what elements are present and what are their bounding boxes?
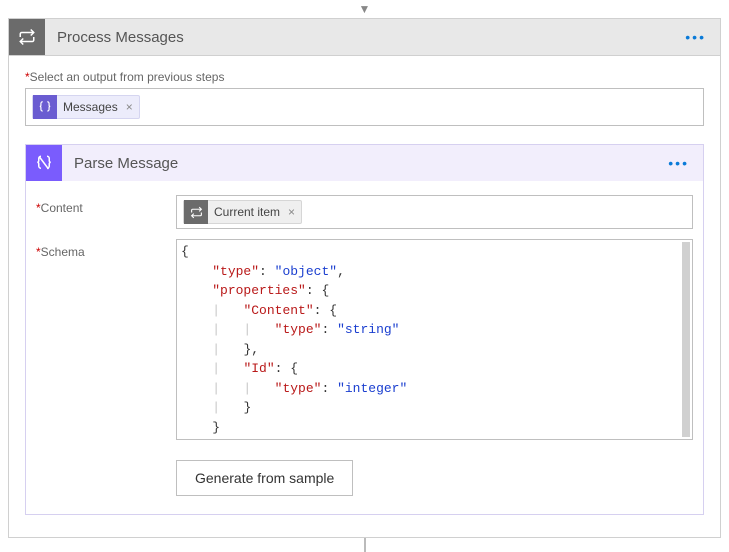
parse-message-title: Parse Message xyxy=(62,155,654,172)
process-messages-title: Process Messages xyxy=(45,29,671,46)
content-input[interactable]: Current item × xyxy=(176,195,693,229)
messages-token[interactable]: Messages × xyxy=(32,95,140,119)
process-messages-card: Process Messages ••• *Select an output f… xyxy=(8,18,721,538)
schema-field-row: *Schema { "type": "object", "properties"… xyxy=(36,239,693,440)
parse-message-body: *Content Current item × xyxy=(26,181,703,514)
content-field-row: *Content Current item × xyxy=(36,195,693,229)
content-label: *Content xyxy=(36,195,176,215)
current-item-token[interactable]: Current item × xyxy=(183,200,302,224)
braces-icon xyxy=(33,95,57,119)
loop-icon xyxy=(9,19,45,55)
parse-json-icon xyxy=(26,145,62,181)
parse-message-header[interactable]: Parse Message ••• xyxy=(26,145,703,181)
process-messages-header[interactable]: Process Messages ••• xyxy=(9,19,720,56)
messages-token-label: Messages xyxy=(63,100,118,114)
remove-token-icon[interactable]: × xyxy=(126,100,133,114)
card-menu-icon[interactable]: ••• xyxy=(671,29,720,45)
current-item-label: Current item xyxy=(214,205,280,219)
generate-from-sample-button[interactable]: Generate from sample xyxy=(176,460,353,496)
flow-connector-line xyxy=(0,538,729,552)
output-label-text: Select an output from previous steps xyxy=(30,70,225,84)
process-messages-body: *Select an output from previous steps Me… xyxy=(9,56,720,537)
parse-message-card: Parse Message ••• *Content Current item xyxy=(25,144,704,515)
card-menu-icon[interactable]: ••• xyxy=(654,155,703,171)
schema-label: *Schema xyxy=(36,239,176,259)
output-from-previous-label: *Select an output from previous steps xyxy=(25,70,704,84)
schema-textarea[interactable]: { "type": "object", "properties": { | "C… xyxy=(176,239,693,440)
schema-label-text: Schema xyxy=(41,245,85,259)
content-label-text: Content xyxy=(41,201,83,215)
flow-arrow-down-icon: ▼ xyxy=(0,0,729,18)
loop-icon xyxy=(184,200,208,224)
output-token-input[interactable]: Messages × xyxy=(25,88,704,126)
remove-token-icon[interactable]: × xyxy=(288,205,295,219)
